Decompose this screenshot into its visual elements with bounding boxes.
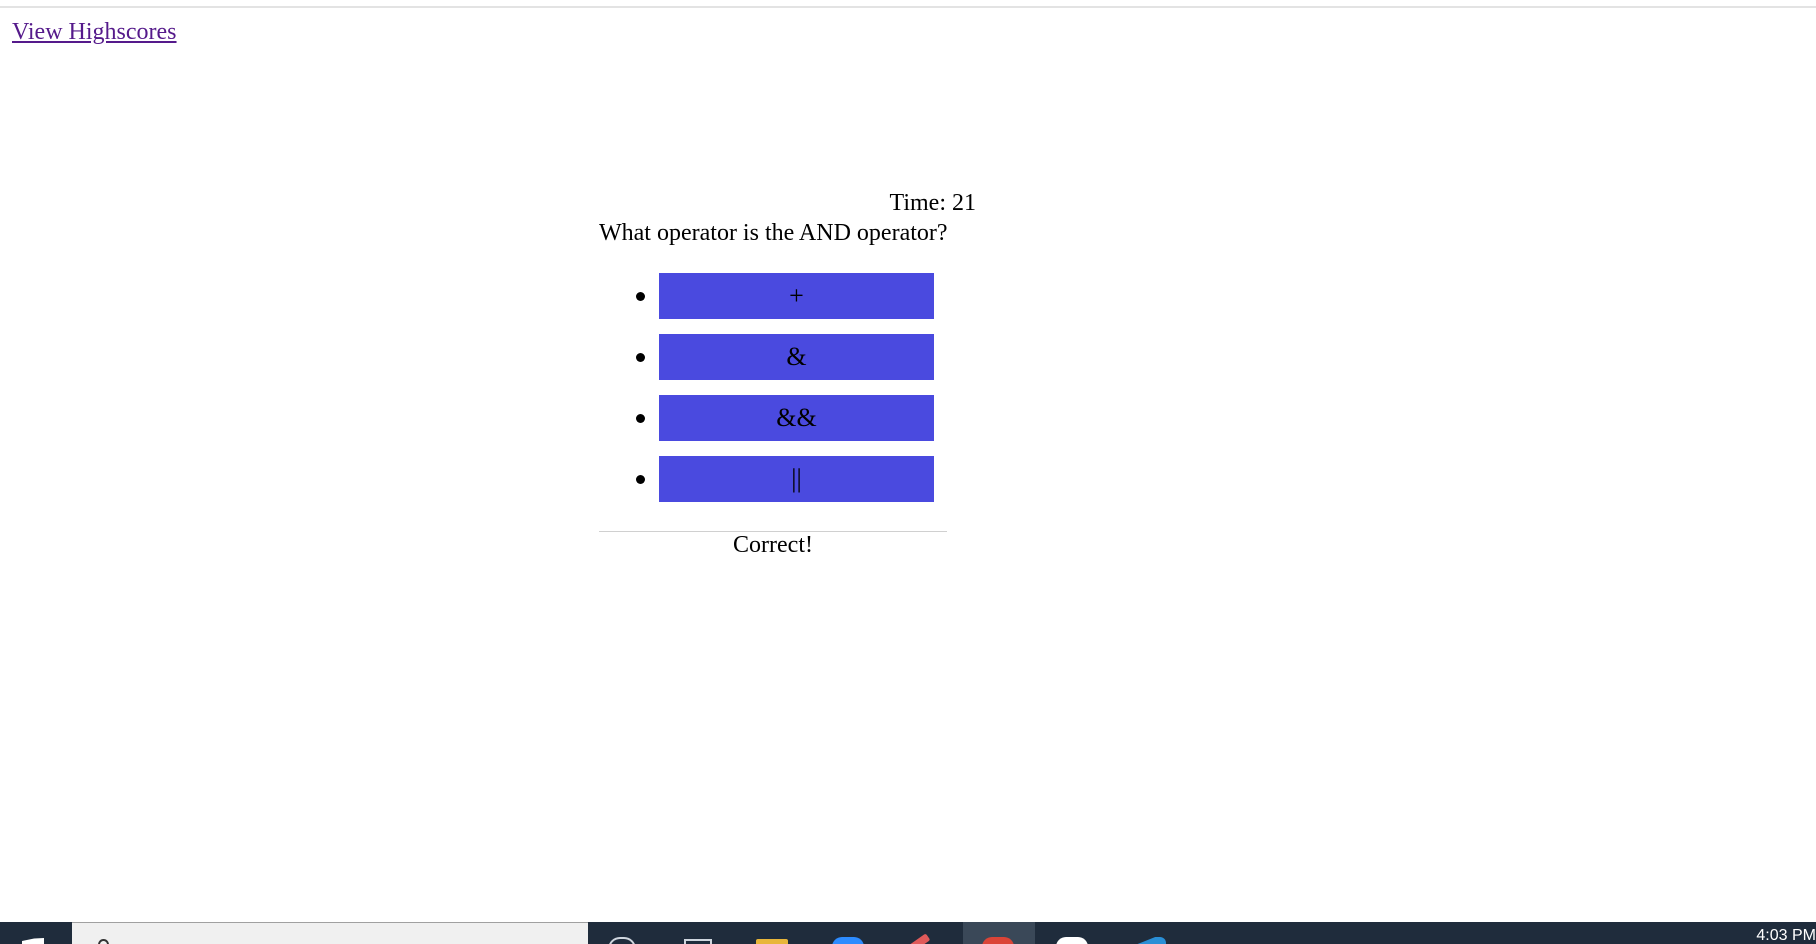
timer-display: Time: 21	[889, 190, 976, 216]
slack-icon[interactable]	[1056, 937, 1088, 944]
browser-top-border	[0, 0, 1816, 8]
file-explorer-icon[interactable]	[756, 939, 788, 944]
question-text: What operator is the AND operator?	[599, 220, 948, 246]
cortana-icon[interactable]	[608, 937, 636, 944]
taskbar-search-box[interactable]	[72, 922, 588, 944]
windows-start-icon	[22, 938, 44, 944]
list-bullet	[636, 353, 645, 362]
list-bullet	[636, 475, 645, 484]
answer-choice-item: ||	[599, 456, 979, 502]
windows-taskbar: 4:03 PM	[0, 922, 1816, 944]
start-button[interactable]	[0, 922, 72, 944]
search-icon	[98, 939, 109, 944]
pen-app-icon[interactable]	[907, 933, 931, 944]
answer-choice-button[interactable]: ||	[659, 456, 934, 502]
zoom-icon[interactable]	[832, 937, 864, 944]
taskbar-clock[interactable]: 4:03 PM	[1756, 927, 1816, 944]
view-highscores-link[interactable]: View Highscores	[12, 19, 177, 46]
answer-choice-item: &&	[599, 395, 979, 441]
answer-choice-button[interactable]: +	[659, 273, 934, 319]
answer-feedback: Correct!	[733, 532, 813, 558]
vscode-icon[interactable]	[1130, 937, 1166, 944]
answer-choices-list: + & && ||	[599, 273, 979, 517]
answer-choice-button[interactable]: &	[659, 334, 934, 380]
list-bullet	[636, 292, 645, 301]
answer-choice-item: +	[599, 273, 979, 319]
task-view-icon[interactable]	[684, 939, 712, 944]
answer-choice-button[interactable]: &&	[659, 395, 934, 441]
chrome-icon[interactable]	[982, 937, 1014, 944]
answer-choice-item: &	[599, 334, 979, 380]
list-bullet	[636, 414, 645, 423]
